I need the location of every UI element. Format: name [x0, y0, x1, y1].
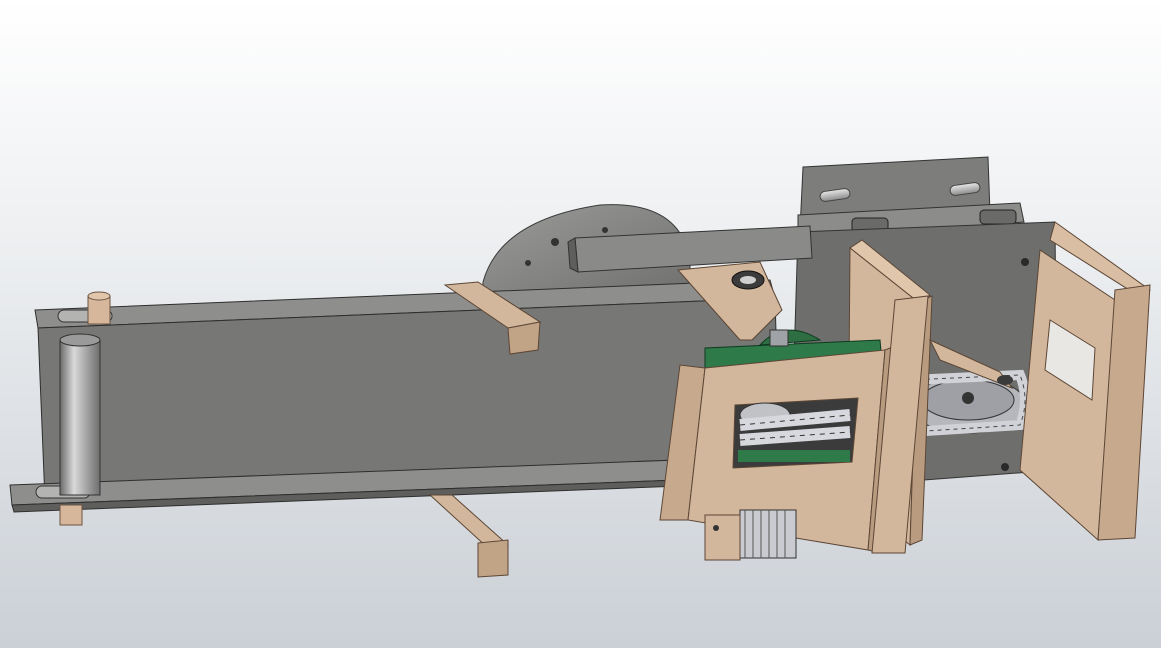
conveyor-frame — [9, 279, 781, 513]
conveyor-assembly-model — [9, 156, 1151, 578]
lower-sprocket — [704, 509, 797, 561]
motor-mount-bracket — [1019, 221, 1151, 542]
support-leg — [428, 494, 510, 578]
cad-viewport[interactable] — [0, 0, 1161, 648]
